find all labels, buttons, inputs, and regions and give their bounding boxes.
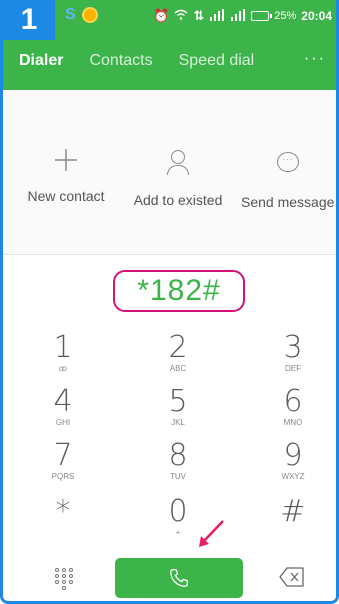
tab-speed-dial[interactable]: Speed dial [179, 52, 255, 70]
tab-contacts[interactable]: Contacts [89, 52, 152, 70]
key-2-digit: 2 [168, 330, 188, 365]
key-6-digit: 6 [283, 384, 303, 419]
phone-screen: S ⏰ ⇅ 25% 20:04 1 Dialer Contacts Speed … [0, 0, 339, 604]
key-hash-digit: # [280, 494, 306, 529]
battery-icon [251, 11, 273, 21]
arrow-icon [199, 520, 224, 547]
dialed-number-area: *182# [3, 256, 336, 326]
data-transfer-icon: ⇅ [193, 8, 205, 23]
send-message-label: Send message [241, 194, 335, 210]
wifi-icon [174, 9, 188, 24]
app-notification-icon: S [65, 6, 76, 23]
key-5-letters: JKL [171, 418, 185, 427]
key-3-digit: 3 [283, 330, 303, 365]
phone-icon [170, 569, 188, 587]
chat-bubble-icon: ··· [241, 152, 336, 186]
signal-icon-2 [230, 8, 246, 24]
voicemail-icon: ꝏ [58, 364, 68, 373]
status-time: 20:04 [301, 9, 332, 23]
key-9[interactable]: 9 WXYZ [243, 438, 336, 482]
bottom-actions [3, 556, 336, 600]
key-5-digit: 5 [168, 384, 188, 419]
alarm-icon: ⏰ [153, 8, 170, 23]
dialed-number[interactable]: *182# [137, 274, 220, 308]
sun-icon [83, 9, 96, 21]
quick-actions: New contact Add to existed ··· Send mess… [3, 90, 336, 255]
send-message-button[interactable]: ··· Send message [241, 146, 336, 210]
person-icon [128, 150, 228, 184]
key-hash[interactable]: # [243, 494, 336, 538]
dialpad-grid-icon[interactable] [53, 568, 75, 590]
plus-icon [21, 146, 111, 180]
tab-dialer[interactable]: Dialer [19, 52, 63, 70]
key-2[interactable]: 2 ABC [128, 332, 228, 374]
key-4[interactable]: 4 GHI [13, 386, 113, 428]
key-8-letters: TUV [170, 472, 186, 481]
step-number-badge: 1 [3, 0, 55, 40]
status-left-icons: S [65, 6, 96, 24]
key-2-letters: ABC [169, 364, 187, 373]
battery-percent: 25% [274, 10, 297, 22]
key-star-letters [13, 528, 113, 538]
key-8[interactable]: 8 TUV [128, 440, 228, 482]
key-3[interactable]: 3 DEF [243, 330, 336, 374]
key-9-digit: 9 [283, 438, 303, 473]
key-3-letters: DEF [285, 364, 301, 373]
tab-bar: Dialer Contacts Speed dial ··· [3, 32, 336, 90]
key-1-digit: 1 [53, 330, 73, 365]
key-7[interactable]: 7 PQRS [13, 440, 113, 482]
key-4-digit: 4 [53, 384, 73, 419]
number-highlight: *182# [113, 270, 245, 312]
key-9-letters: WXYZ [281, 472, 305, 481]
key-star-digit: * [55, 494, 71, 529]
key-4-letters: GHI [55, 418, 71, 427]
key-hash-letters [243, 528, 336, 538]
more-options-icon[interactable]: ··· [304, 50, 326, 68]
add-to-existed-label: Add to existed [133, 192, 223, 208]
key-7-digit: 7 [53, 438, 73, 473]
key-6[interactable]: 6 MNO [243, 384, 336, 428]
signal-icon [209, 8, 225, 24]
key-1[interactable]: 1 ꝏ [13, 332, 113, 374]
key-5[interactable]: 5 JKL [128, 386, 228, 428]
add-to-existed-button[interactable]: Add to existed [128, 146, 228, 208]
status-right-icons: ⏰ ⇅ 25% 20:04 [153, 8, 332, 24]
new-contact-button[interactable]: New contact [21, 146, 111, 204]
key-6-letters: MNO [283, 418, 303, 427]
key-7-letters: PQRS [51, 472, 75, 481]
backspace-icon[interactable] [279, 566, 305, 588]
call-button[interactable] [115, 558, 243, 598]
key-8-digit: 8 [168, 438, 188, 473]
key-star[interactable]: * [13, 496, 113, 538]
new-contact-label: New contact [27, 188, 105, 204]
